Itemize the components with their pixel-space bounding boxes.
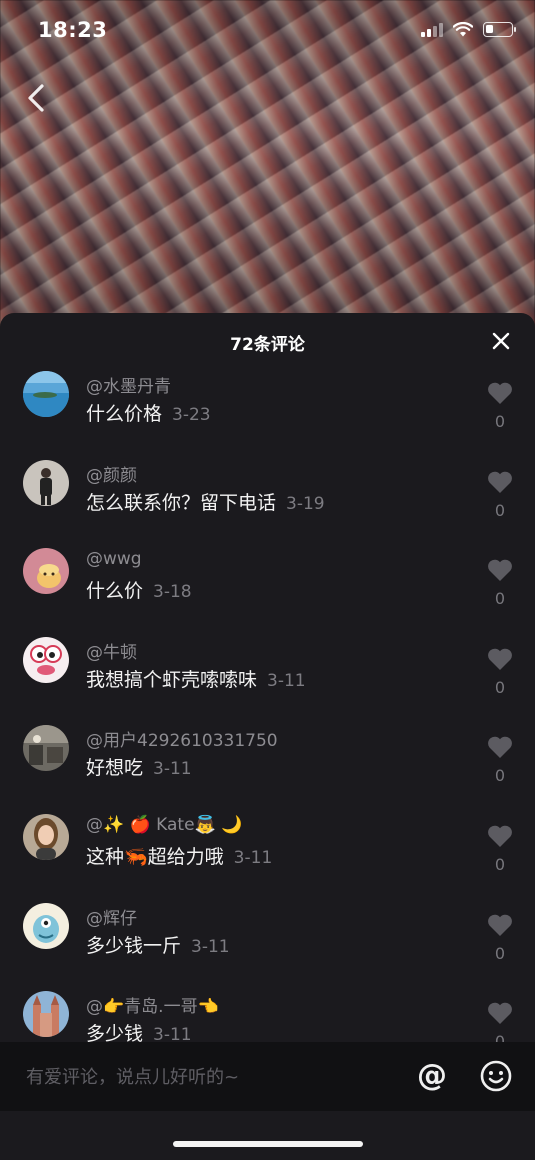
home-indicator[interactable]	[173, 1141, 363, 1147]
comment-username[interactable]: @辉仔	[86, 904, 137, 929]
like-count: 0	[494, 589, 506, 609]
like-button[interactable]: 0	[486, 558, 514, 608]
comment-item: @水墨丹青 什么价格 3-23 0	[0, 369, 535, 458]
comment-text: 好想吃	[86, 757, 144, 780]
comment-date: 3-11	[191, 936, 230, 957]
like-button[interactable]: 0	[486, 647, 514, 697]
comment-text: 这种🦐超给力哦	[86, 845, 224, 868]
like-count: 0	[494, 412, 506, 431]
comment-text-line: 我想搞个虾壳嗦嗦味 3-11	[86, 665, 306, 692]
comment-username[interactable]: @👉青岛.一哥👈	[86, 992, 219, 1017]
mention-button[interactable]: @	[415, 1059, 449, 1093]
comment-item: @wwg 什么价 3-18 0	[0, 546, 535, 635]
comment-username[interactable]: @wwg	[86, 549, 142, 569]
comment-item: @牛顿 我想搞个虾壳嗦嗦味 3-11 0	[0, 635, 535, 724]
comment-input[interactable]	[26, 1062, 386, 1092]
heart-icon	[488, 914, 512, 936]
comment-username[interactable]: @牛顿	[86, 638, 137, 663]
comment-text: 什么价格	[86, 403, 163, 425]
cartoon-face-avatar[interactable]	[23, 636, 69, 683]
cellular-signal-icon	[421, 22, 443, 37]
comment-username[interactable]: @颜颜	[86, 461, 137, 486]
comment-text-line: 多少钱 3-11	[86, 1019, 192, 1042]
like-button[interactable]: 0	[486, 913, 514, 963]
comment-item: @辉仔 多少钱一斤 3-11 0	[0, 901, 535, 990]
comment-item: @✨ 🍎 Kate👼 🌙 这种🦐超给力哦 3-11 0	[0, 812, 535, 901]
portrait-avatar[interactable]	[23, 813, 69, 860]
comment-date: 3-11	[233, 847, 273, 868]
battery-level	[486, 25, 493, 33]
comment-username[interactable]: @✨ 🍎 Kate👼 🌙	[86, 815, 242, 835]
like-button[interactable]: 0	[486, 1001, 514, 1042]
comment-item: @颜颜 怎么联系你？留下电话 3-19 0	[0, 458, 535, 547]
like-button[interactable]: 0	[486, 824, 514, 874]
like-button[interactable]: 0	[486, 470, 514, 520]
comment-date: 3-18	[153, 582, 192, 603]
church-photo-avatar[interactable]	[23, 991, 69, 1038]
status-bar: 18:23	[0, 0, 535, 64]
comment-text: 我想搞个虾壳嗦嗦味	[86, 668, 258, 691]
comment-text-line: 多少钱一斤 3-11	[86, 931, 230, 958]
like-count: 0	[494, 677, 506, 697]
comment-text-line: 什么价 3-18	[86, 576, 192, 603]
comment-username[interactable]: @用户4292610331750	[86, 726, 278, 751]
comment-text: 什么价	[86, 580, 144, 603]
comment-date: 3-11	[267, 670, 306, 691]
like-button[interactable]: 0	[486, 735, 514, 785]
comment-text-line: 这种🦐超给力哦 3-11	[86, 842, 272, 869]
like-count: 0	[494, 500, 506, 520]
heart-icon	[488, 648, 512, 670]
heart-icon	[488, 1002, 512, 1025]
close-icon[interactable]	[491, 331, 511, 351]
comments-header: 72条评论	[0, 313, 535, 369]
person-photo-avatar[interactable]	[23, 459, 69, 506]
comment-item: @👉青岛.一哥👈 多少钱 3-11 0	[0, 989, 535, 1042]
bottom-safe-area	[0, 1111, 535, 1160]
back-arrow-icon[interactable]	[22, 78, 52, 118]
comment-item: @用户4292610331750 好想吃 3-11 0	[0, 723, 535, 812]
like-count: 0	[494, 854, 506, 874]
heart-icon	[488, 825, 512, 847]
screen: 18:23 72条评论 @水墨丹青 什么价格 3-23 0 @颜颜 怎么联系你？…	[0, 0, 535, 1160]
wifi-icon	[453, 22, 473, 37]
status-time: 18:23	[38, 18, 108, 42]
comment-text-line: 什么价格 3-23	[86, 399, 211, 426]
like-count: 0	[494, 1032, 506, 1042]
like-button[interactable]: 0	[486, 381, 514, 431]
seascape-avatar[interactable]	[23, 371, 69, 417]
comment-date: 3-11	[153, 1025, 192, 1042]
like-count: 0	[494, 766, 506, 786]
comment-date: 3-11	[153, 759, 192, 780]
cartoon-cake-avatar[interactable]	[23, 548, 69, 595]
heart-icon	[488, 737, 512, 759]
emoji-icon[interactable]	[479, 1059, 513, 1093]
heart-icon	[488, 559, 512, 582]
comment-text: 怎么联系你？留下电话	[86, 491, 277, 514]
like-count: 0	[494, 943, 506, 963]
heart-icon	[488, 471, 512, 493]
comments-panel: 72条评论 @水墨丹青 什么价格 3-23 0 @颜颜 怎么联系你？留下电话 3…	[0, 313, 535, 1160]
comment-text: 多少钱	[86, 1023, 144, 1042]
restaurant-photo-avatar[interactable]	[23, 725, 69, 772]
comment-date: 3-23	[172, 405, 211, 425]
cartoon-character-avatar[interactable]	[23, 902, 69, 949]
status-icons	[421, 22, 516, 37]
comment-username[interactable]: @水墨丹青	[86, 372, 171, 397]
comment-input-bar: @	[0, 1042, 535, 1111]
comment-list[interactable]: @水墨丹青 什么价格 3-23 0 @颜颜 怎么联系你？留下电话 3-19 0 …	[0, 369, 535, 1042]
comment-text: 多少钱一斤	[86, 934, 182, 957]
heart-icon	[488, 382, 512, 404]
comment-date: 3-19	[286, 493, 325, 514]
comments-title: 72条评论	[230, 335, 305, 355]
comment-text-line: 怎么联系你？留下电话 3-19	[86, 488, 325, 515]
comment-text-line: 好想吃 3-11	[86, 753, 192, 780]
battery-icon	[483, 22, 516, 37]
